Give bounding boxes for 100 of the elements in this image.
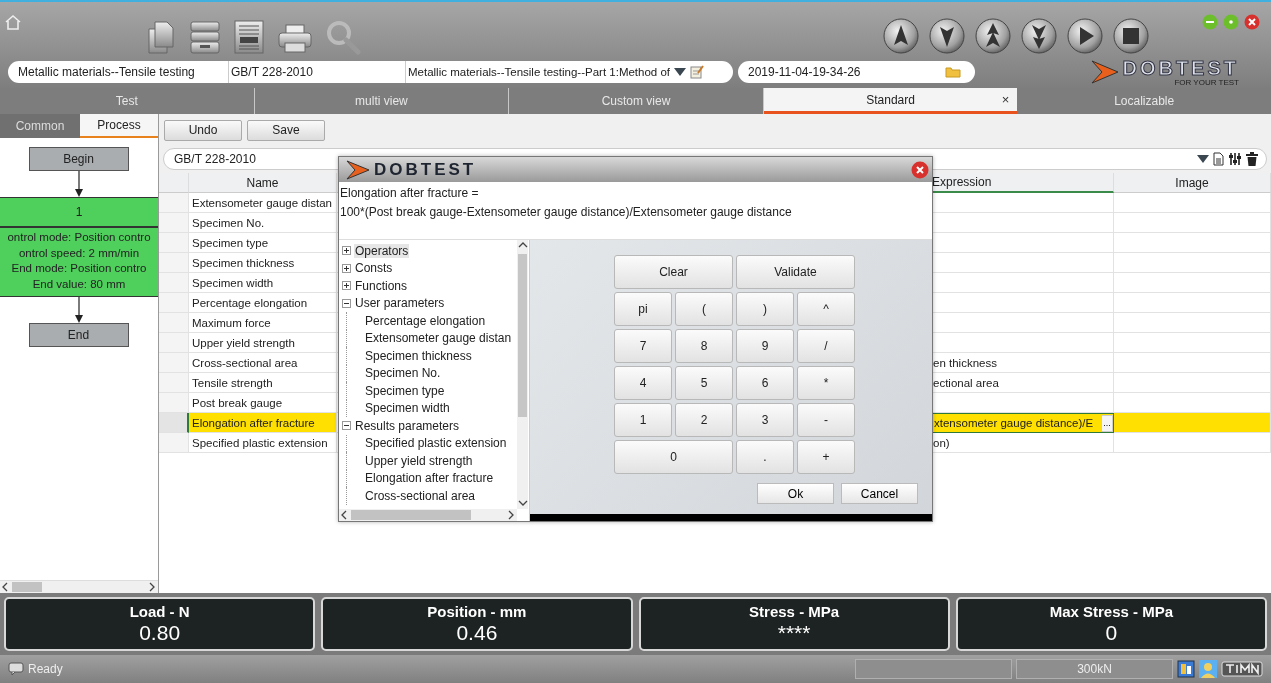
keypad-key[interactable]: Clear	[614, 255, 733, 289]
keypad-key[interactable]: /	[797, 329, 855, 363]
dialog-button[interactable]: Cancel	[841, 483, 918, 504]
dropdown-caret-icon[interactable]	[674, 68, 687, 76]
keypad-key[interactable]: 9	[736, 329, 794, 363]
standard-title-dropdown[interactable]: Metallic materials--Tensile testing--Part 1:Method of	[408, 61, 671, 83]
folder-icon[interactable]	[945, 66, 961, 78]
tree-item[interactable]: Elongation after fracture	[364, 471, 495, 486]
tree-item[interactable]: Cross-sectional area	[364, 488, 477, 503]
meter-label: Load - N	[129, 602, 190, 620]
keypad-key[interactable]: -	[797, 403, 855, 437]
minimize-icon[interactable]	[1202, 14, 1218, 30]
tree-item[interactable]: Functions	[354, 278, 409, 293]
keypad-key[interactable]: )	[736, 292, 794, 326]
document-icon[interactable]	[1213, 152, 1224, 166]
keypad-key[interactable]: 4	[614, 366, 672, 400]
dropdown-caret-icon[interactable]	[1197, 155, 1209, 163]
home-icon[interactable]	[4, 14, 22, 30]
tree-item[interactable]: Results parameters	[354, 418, 461, 433]
keypad-key[interactable]: 0	[614, 440, 733, 474]
play-icon[interactable]	[1067, 18, 1103, 54]
device-icon[interactable]	[1177, 660, 1195, 678]
keypad-key[interactable]: 7	[614, 329, 672, 363]
tree-item[interactable]: Consts	[354, 261, 394, 276]
column-header[interactable]: Image	[1114, 173, 1271, 193]
scroll-thumb[interactable]	[12, 582, 42, 592]
tree-item[interactable]: Specimen thickness	[364, 348, 473, 363]
test-name-field[interactable]: Metallic materials--Tensile testing	[8, 61, 228, 83]
stop-icon[interactable]	[1113, 18, 1149, 54]
expand-icon[interactable]	[342, 246, 351, 256]
tree-item[interactable]: Extensometer gauge distan	[364, 331, 513, 346]
sliders-icon[interactable]	[1228, 152, 1242, 166]
keypad-key[interactable]: 2	[675, 403, 733, 437]
keypad-key[interactable]: Validate	[736, 255, 855, 289]
scroll-thumb[interactable]	[518, 254, 527, 417]
keypad-key[interactable]: ^	[797, 292, 855, 326]
column-header[interactable]: Expression	[932, 173, 1114, 193]
scroll-thumb[interactable]	[351, 510, 471, 520]
end-node[interactable]: End	[28, 323, 129, 347]
table-cell: Percentage elongation	[189, 293, 337, 313]
tree-item[interactable]: Specimen width	[364, 401, 451, 416]
close-icon[interactable]	[911, 160, 929, 179]
keypad-key[interactable]: 1	[614, 403, 672, 437]
keypad-key[interactable]: .	[736, 440, 794, 474]
row-header[interactable]	[159, 413, 189, 433]
expand-icon[interactable]	[342, 263, 351, 273]
keypad-key[interactable]: 6	[736, 366, 794, 400]
keypad-key[interactable]: (	[675, 292, 733, 326]
table-cell: ectional area	[933, 376, 999, 389]
tree-item[interactable]: User parameters	[354, 296, 446, 311]
keypad-key[interactable]: *	[797, 366, 855, 400]
logo-tagline: FOR YOUR TEST	[1173, 77, 1239, 87]
keypad-key[interactable]: 5	[675, 366, 733, 400]
close-icon[interactable]	[1244, 14, 1260, 30]
begin-node[interactable]: Begin	[28, 147, 129, 171]
keypad-key[interactable]: 8	[675, 329, 733, 363]
horizontal-scrollbar[interactable]	[0, 580, 158, 593]
process-step[interactable]: 1 ontrol mode: Position contro ontrol speed: 2 mm/min End mode: Position contro End value: 80 mm	[0, 197, 158, 297]
documents-icon[interactable]	[145, 19, 177, 55]
message-icon	[8, 662, 24, 676]
step-detail: ontrol mode: Position contro	[7, 230, 151, 245]
tree-item[interactable]: Operators	[354, 243, 410, 258]
drawer-cabinet-icon[interactable]	[189, 19, 221, 55]
tree-item[interactable]: Upper yield strength	[364, 453, 474, 468]
panel-tab[interactable]: Common	[0, 114, 80, 138]
standard-field[interactable]: GB/T 228-2010	[228, 61, 405, 83]
toolbar-button[interactable]: Undo	[164, 119, 242, 141]
expand-icon[interactable]	[342, 281, 351, 291]
tree-item[interactable]: Specified plastic extension	[364, 436, 508, 451]
trash-icon[interactable]	[1246, 152, 1258, 166]
keypad-key[interactable]: 3	[736, 403, 794, 437]
meter-value: 0.80	[139, 619, 181, 646]
collapse-icon[interactable]	[342, 421, 351, 431]
table-cell: Specimen type	[189, 233, 337, 253]
vertical-scrollbar[interactable]	[517, 240, 528, 509]
newspaper-icon[interactable]	[233, 19, 265, 55]
collapse-icon[interactable]	[342, 298, 351, 308]
column-header[interactable]: Name	[189, 173, 337, 193]
table-cell: Tensile strength	[189, 373, 337, 393]
chevron-logo-icon	[345, 158, 371, 181]
meter-label: Max Stress - MPa	[1049, 602, 1174, 620]
horizontal-scrollbar[interactable]	[339, 509, 517, 521]
table-cell: Cross-sectional area	[189, 353, 337, 373]
tree-item[interactable]: Specimen type	[364, 383, 446, 398]
ellipsis-button[interactable]: ...	[1101, 414, 1113, 432]
table-corner	[159, 173, 189, 193]
table-cell: Specimen No.	[189, 213, 337, 233]
panel-tab[interactable]: Process	[80, 114, 158, 138]
toolbar-button[interactable]: Save	[247, 119, 325, 141]
meter-value: 0.46	[456, 619, 498, 646]
keypad-key[interactable]: +	[797, 440, 855, 474]
tree-item[interactable]: Percentage elongation	[364, 313, 487, 328]
tree-item[interactable]: Specimen No.	[364, 366, 442, 381]
dialog-button[interactable]: Ok	[757, 483, 834, 504]
table-cell: en thickness	[933, 356, 997, 369]
expression-field[interactable]: xtensometer gauge distance)/E ...	[932, 413, 1114, 433]
table-cell: Extensometer gauge distan	[189, 193, 337, 213]
tab[interactable]: Standard ×	[763, 88, 1018, 114]
close-tab-button[interactable]: ×	[1001, 92, 1010, 107]
keypad-key[interactable]: pi	[614, 292, 672, 326]
